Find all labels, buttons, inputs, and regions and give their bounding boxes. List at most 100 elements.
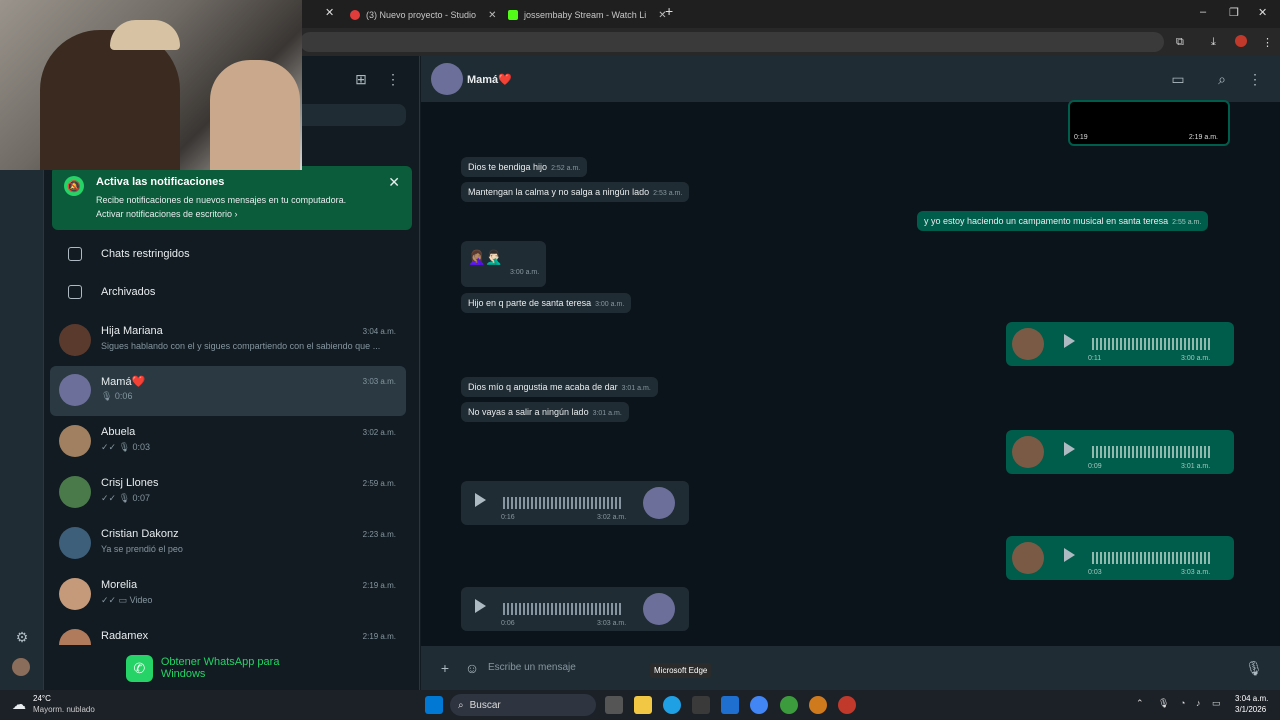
message-text: No vayas a salir a ningún lado bbox=[468, 407, 589, 417]
voice-waveform[interactable] bbox=[503, 497, 623, 509]
profile-avatar[interactable] bbox=[12, 658, 30, 676]
voice-waveform[interactable] bbox=[503, 603, 623, 615]
chat-time: 3:03 a.m. bbox=[362, 377, 396, 386]
battery-icon[interactable]: ▭ bbox=[1212, 698, 1221, 709]
close-tab-icon[interactable]: ✕ bbox=[325, 6, 334, 19]
app-icon[interactable] bbox=[838, 696, 856, 714]
second-person-figure bbox=[210, 60, 300, 170]
task-view-icon[interactable] bbox=[605, 696, 623, 714]
chat-item-hija-mariana[interactable]: Hija Mariana 3:04 a.m. Sigues hablando c… bbox=[50, 316, 406, 366]
video-message[interactable]: 0:19 2:19 a.m. bbox=[1068, 100, 1230, 146]
settings-icon[interactable]: ⚙ bbox=[13, 628, 31, 646]
menu-icon[interactable]: ⋮ bbox=[1262, 36, 1273, 49]
search-icon[interactable]: ⌕ bbox=[1213, 70, 1231, 88]
play-icon[interactable] bbox=[475, 493, 486, 507]
window-close-icon[interactable]: ✕ bbox=[1258, 6, 1267, 19]
store-icon[interactable] bbox=[692, 696, 710, 714]
close-icon[interactable]: ✕ bbox=[388, 174, 400, 191]
kick-favicon-icon bbox=[508, 10, 518, 20]
new-chat-icon[interactable]: ⊞ bbox=[352, 70, 370, 88]
address-bar[interactable] bbox=[300, 32, 1164, 52]
new-tab-icon[interactable]: + bbox=[665, 3, 673, 19]
taskbar-search[interactable]: ⌕ Buscar bbox=[450, 694, 596, 716]
microphone-icon[interactable]: 🎙 bbox=[1158, 698, 1169, 709]
avatar bbox=[59, 629, 91, 645]
start-icon[interactable] bbox=[425, 696, 443, 714]
avatar bbox=[59, 527, 91, 559]
minimize-icon[interactable]: – bbox=[1200, 6, 1206, 18]
chat-item-mama[interactable]: Mamá❤️ 3:03 a.m. 🎙 0:06 bbox=[50, 366, 406, 416]
emoji-icon[interactable]: ☺ bbox=[463, 659, 481, 677]
message-in: No vayas a salir a ningún lado 3:01 a.m. bbox=[461, 402, 629, 422]
archived-row[interactable]: Archivados bbox=[44, 273, 420, 311]
tab-studio[interactable]: (3) Nuevo proyecto - Studio ✕ bbox=[342, 4, 504, 26]
tab-stream[interactable]: jossembaby Stream - Watch Li ✕ bbox=[500, 4, 675, 26]
message-in: Mantengan la calma y no salga a ningún l… bbox=[461, 182, 690, 202]
chat-item-radamex[interactable]: Radamex 2:19 a.m. bbox=[50, 621, 406, 645]
sender-avatar bbox=[1012, 436, 1044, 468]
chat-preview: 🎙 0:06 bbox=[101, 391, 133, 401]
message-input[interactable]: Escribe un mensaje bbox=[488, 662, 576, 673]
play-icon[interactable] bbox=[1064, 334, 1075, 348]
menu-icon[interactable]: ⋮ bbox=[1246, 70, 1264, 88]
get-whatsapp-label: Obtener WhatsApp para Windows bbox=[160, 656, 280, 680]
download-icon[interactable]: ⤓ bbox=[1211, 36, 1216, 49]
get-whatsapp-windows[interactable]: ✆ Obtener WhatsApp para Windows bbox=[126, 654, 326, 682]
tray-chevron-icon[interactable]: ⌃ bbox=[1136, 698, 1144, 709]
chat-item-cristian-dakonz[interactable]: Cristian Dakonz 2:23 a.m. Ya se prendió … bbox=[50, 519, 406, 569]
streamer-figure bbox=[40, 30, 180, 170]
video-call-icon[interactable]: ▭ bbox=[1169, 70, 1187, 88]
microphone-icon[interactable]: 🎙 bbox=[1245, 659, 1263, 677]
restricted-chats-row[interactable]: Chats restringidos bbox=[44, 235, 420, 273]
play-icon[interactable] bbox=[1064, 548, 1075, 562]
message-text: Hijo en q parte de santa teresa bbox=[468, 298, 592, 308]
voice-waveform[interactable] bbox=[1092, 446, 1212, 458]
message-time: 2:55 a.m. bbox=[1172, 219, 1202, 226]
contact-name: Mamá❤️ bbox=[467, 74, 512, 86]
play-icon[interactable] bbox=[475, 599, 486, 613]
chat-time: 2:19 a.m. bbox=[362, 581, 396, 590]
chat-time: 2:59 a.m. bbox=[362, 479, 396, 488]
weather-icon[interactable]: ☁ bbox=[12, 696, 26, 713]
edge-icon[interactable] bbox=[663, 696, 681, 714]
message-text: Dios mío q angustia me acaba de dar bbox=[468, 382, 618, 392]
voice-duration: 0:16 bbox=[501, 514, 515, 521]
conversation-header[interactable]: Mamá❤️ ▭ ⌕ ⋮ bbox=[421, 56, 1280, 102]
wifi-icon[interactable]: ◔ bbox=[1180, 698, 1185, 708]
extensions-icon[interactable]: ⧉ bbox=[1176, 36, 1184, 49]
chrome-icon[interactable] bbox=[750, 696, 768, 714]
chat-item-abuela[interactable]: Abuela 3:02 a.m. ✓✓ 🎙 0:03 bbox=[50, 417, 406, 467]
menu-icon[interactable]: ⋮ bbox=[384, 70, 402, 88]
voice-waveform[interactable] bbox=[1092, 552, 1212, 564]
message-text: y yo estoy haciendo un campamento musica… bbox=[924, 216, 1169, 226]
taskbar-tooltip: Microsoft Edge bbox=[650, 663, 712, 678]
clock-date[interactable]: 3/1/2026 bbox=[1235, 705, 1266, 714]
cap-shape bbox=[110, 20, 180, 50]
close-tab-icon[interactable]: ✕ bbox=[488, 10, 496, 21]
profile-avatar[interactable] bbox=[1235, 35, 1247, 47]
voice-message-out: 0:03 3:03 a.m. bbox=[1006, 536, 1234, 580]
enable-notifications-link[interactable]: Activar notificaciones de escritorio › bbox=[96, 209, 238, 219]
chat-time: 3:04 a.m. bbox=[362, 327, 396, 336]
chat-item-morelia[interactable]: Morelia 2:19 a.m. ✓✓ ▭ Video bbox=[50, 570, 406, 620]
volume-icon[interactable]: ♪ bbox=[1196, 698, 1201, 708]
voice-time: 3:01 a.m. bbox=[1181, 463, 1211, 470]
video-duration: 0:19 bbox=[1074, 134, 1088, 141]
tab-label: (3) Nuevo proyecto - Studio bbox=[366, 10, 477, 20]
outlook-icon[interactable] bbox=[721, 696, 739, 714]
play-icon[interactable] bbox=[1064, 442, 1075, 456]
app-icon[interactable] bbox=[809, 696, 827, 714]
voice-duration: 0:11 bbox=[1088, 355, 1102, 362]
attach-plus-icon[interactable]: + bbox=[436, 659, 454, 677]
studio-favicon-icon bbox=[350, 10, 360, 20]
voice-waveform[interactable] bbox=[1092, 338, 1212, 350]
voice-duration: 0:03 bbox=[1088, 569, 1102, 576]
app-icon[interactable] bbox=[780, 696, 798, 714]
message-composer: + ☺ Escribe un mensaje 🎙 bbox=[421, 646, 1280, 690]
maximize-icon[interactable]: ❐ bbox=[1229, 6, 1239, 19]
message-text: Mantengan la calma y no salga a ningún l… bbox=[468, 187, 650, 197]
file-explorer-icon[interactable] bbox=[634, 696, 652, 714]
search-input[interactable] bbox=[294, 104, 406, 126]
chat-item-crisj-llones[interactable]: Crisj Llones 2:59 a.m. ✓✓ 🎙 0:07 bbox=[50, 468, 406, 518]
clock-time[interactable]: 3:04 a.m. bbox=[1235, 694, 1268, 703]
